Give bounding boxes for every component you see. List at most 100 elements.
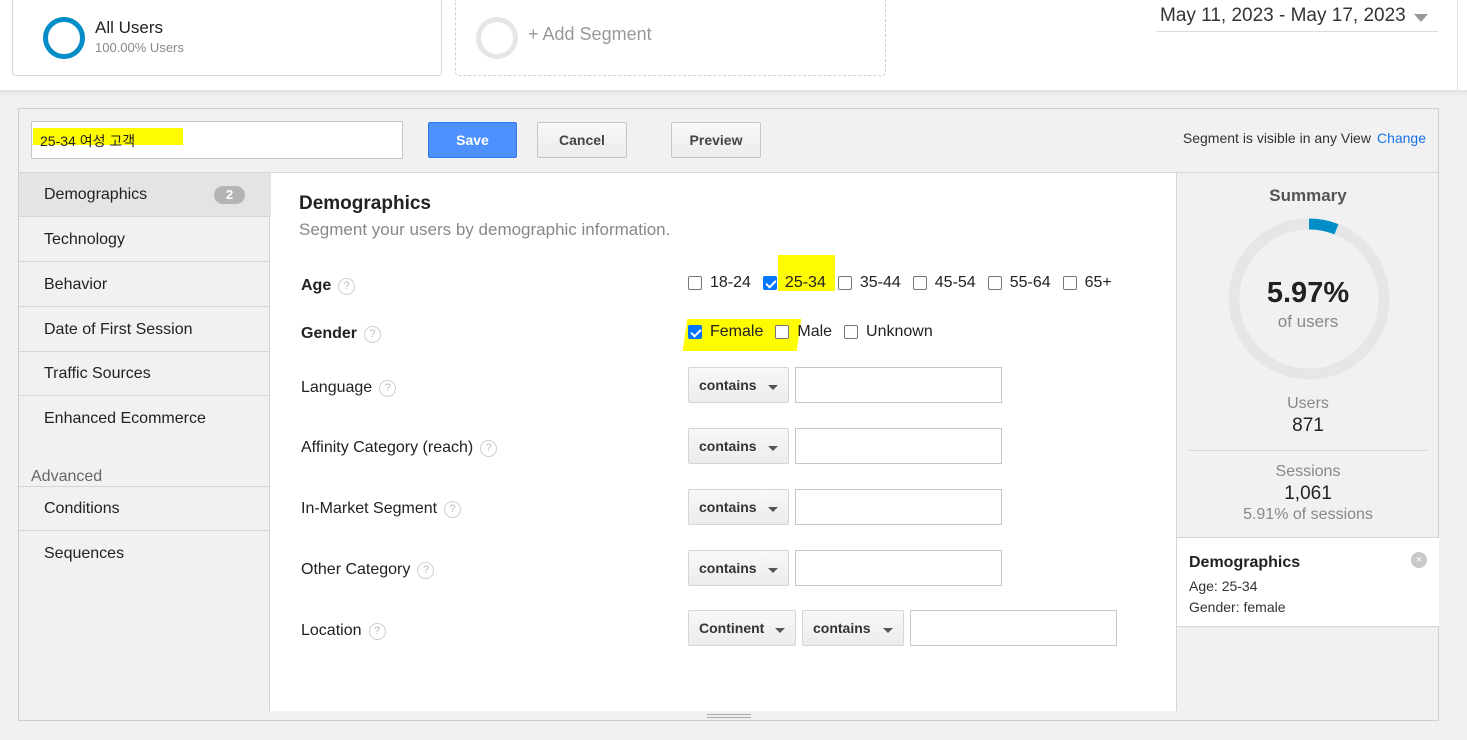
help-icon[interactable]: ?: [364, 326, 382, 343]
caret-down-icon: [775, 628, 785, 633]
users-label: Users: [1287, 395, 1329, 412]
row-label-text: Location: [301, 622, 362, 639]
option-label: 18-24: [710, 274, 751, 291]
gender-option-male[interactable]: Male: [775, 323, 832, 341]
age-option-25-34[interactable]: 25-34: [762, 274, 826, 292]
editor-header: 25-34 여성 고객 Save Cancel Preview Segment …: [19, 109, 1438, 173]
segment-bar: All Users 100.00% Users + Add Segment Ma…: [0, 0, 1467, 90]
chevron-down-icon: [1414, 14, 1428, 22]
segment-all-users[interactable]: All Users 100.00% Users: [12, 0, 442, 76]
dropdown-value: contains: [813, 620, 871, 636]
gender-option-unknown[interactable]: Unknown: [844, 323, 933, 341]
language-operator-dropdown[interactable]: contains: [688, 367, 789, 403]
summary-panel: Summary 5.97% of users Users 871 Session…: [1176, 173, 1439, 720]
gender-options: Female Male Unknown: [688, 323, 945, 341]
other-category-value-input[interactable]: [795, 550, 1002, 586]
nav-item-sequences[interactable]: Sequences: [19, 532, 270, 576]
age-option-35-44[interactable]: 35-44: [837, 274, 901, 292]
cancel-button[interactable]: Cancel: [537, 122, 627, 158]
section-title: Demographics: [299, 193, 431, 214]
nav-item-label: Enhanced Ecommerce: [44, 410, 206, 427]
resize-handle[interactable]: [18, 711, 1439, 721]
checkbox[interactable]: [912, 276, 927, 290]
nav-item-label: Behavior: [44, 276, 108, 293]
checkbox[interactable]: [987, 276, 1002, 290]
language-value-input[interactable]: [795, 367, 1002, 403]
row-label-text: Age: [301, 277, 332, 294]
option-label: Male: [797, 323, 833, 340]
age-options: 18-24 25-34 35-44 45-54 55-64 65+: [688, 274, 1124, 292]
section-subtitle: Segment your users by demographic inform…: [299, 220, 671, 239]
row-label-text: In-Market Segment: [301, 500, 438, 517]
visibility-note: Segment is visible in any View Change: [1183, 130, 1426, 146]
checkbox[interactable]: [688, 276, 702, 290]
empty-segment-ring-icon: [476, 17, 518, 59]
nav-item-date-of-first-session[interactable]: Date of First Session: [19, 308, 270, 352]
in-market-value-input[interactable]: [795, 489, 1002, 525]
sessions-value: 1,061: [1284, 483, 1332, 504]
checkbox[interactable]: [844, 325, 859, 339]
location-scope-dropdown[interactable]: Continent: [688, 610, 796, 646]
add-segment-label: + Add Segment: [528, 24, 652, 44]
visibility-text: Segment is visible in any View: [1182, 130, 1371, 146]
nav-item-demographics[interactable]: Demographics 2: [19, 173, 270, 217]
close-icon[interactable]: ×: [1411, 552, 1427, 568]
option-label: Female: [710, 323, 764, 340]
age-option-45-54[interactable]: 45-54: [912, 274, 976, 292]
age-option-55-64[interactable]: 55-64: [987, 274, 1051, 292]
segment-subtitle: 100.00% Users: [95, 40, 184, 55]
gender-option-female[interactable]: Female: [688, 323, 763, 341]
option-label: 35-44: [859, 274, 901, 291]
save-button[interactable]: Save: [428, 122, 517, 158]
affinity-operator-dropdown[interactable]: contains: [688, 428, 789, 464]
nav-item-traffic-sources[interactable]: Traffic Sources: [19, 352, 270, 396]
divider: [1189, 450, 1427, 451]
checkbox[interactable]: [775, 325, 790, 339]
age-option-65-plus[interactable]: 65+: [1062, 274, 1112, 292]
condition-title: Demographics: [1189, 554, 1301, 571]
gender-label: Gender?: [301, 325, 382, 343]
option-label: 65+: [1084, 274, 1112, 291]
affinity-value-input[interactable]: [795, 428, 1002, 464]
caret-down-icon: [768, 446, 778, 451]
caret-down-icon: [768, 507, 778, 512]
nav-item-label: Date of First Session: [44, 321, 193, 338]
in-market-operator-dropdown[interactable]: contains: [688, 489, 789, 525]
segment-editor: 25-34 여성 고객 Save Cancel Preview Segment …: [18, 108, 1439, 721]
dropdown-value: contains: [699, 377, 757, 393]
nav-item-label: Demographics: [44, 186, 148, 203]
age-option-18-24[interactable]: 18-24: [688, 274, 751, 292]
preview-button[interactable]: Preview: [671, 122, 761, 158]
change-link[interactable]: Change: [1377, 130, 1426, 146]
location-value-input[interactable]: [910, 610, 1117, 646]
row-label-text: Gender: [301, 325, 358, 342]
language-label: Language?: [301, 379, 397, 397]
help-icon[interactable]: ?: [480, 440, 498, 457]
condition-age: Age: 25-34: [1189, 578, 1258, 594]
nav-item-behavior[interactable]: Behavior: [19, 263, 270, 307]
nav-item-label: Conditions: [44, 500, 120, 517]
date-range-text: May 11, 2023 - May 17, 2023: [1160, 5, 1406, 26]
checkbox[interactable]: [1062, 276, 1077, 290]
nav-item-conditions[interactable]: Conditions: [19, 487, 270, 531]
location-operator-dropdown[interactable]: contains: [802, 610, 904, 646]
date-range-picker[interactable]: May 11, 2023 - May 17, 2023: [1156, 5, 1438, 32]
nav-item-enhanced-ecommerce[interactable]: Enhanced Ecommerce: [19, 397, 270, 441]
other-category-operator-dropdown[interactable]: contains: [688, 550, 789, 586]
add-segment-button[interactable]: + Add Segment: [455, 0, 886, 76]
condition-summary-card: Demographics Age: 25-34 Gender: female ×: [1177, 537, 1439, 627]
count-badge: 2: [214, 186, 245, 204]
segment-ring-icon: [43, 17, 85, 59]
dropdown-value: contains: [699, 438, 757, 454]
checkbox-checked[interactable]: [762, 276, 777, 290]
checkbox[interactable]: [837, 276, 852, 290]
help-icon[interactable]: ?: [379, 380, 397, 397]
nav-item-technology[interactable]: Technology: [19, 218, 270, 262]
help-icon[interactable]: ?: [417, 562, 435, 579]
help-icon[interactable]: ?: [444, 501, 462, 518]
condition-gender: Gender: female: [1189, 599, 1286, 615]
row-label-text: Affinity Category (reach): [301, 439, 474, 456]
help-icon[interactable]: ?: [368, 623, 386, 640]
help-icon[interactable]: ?: [338, 278, 356, 295]
checkbox-checked[interactable]: [688, 325, 702, 339]
